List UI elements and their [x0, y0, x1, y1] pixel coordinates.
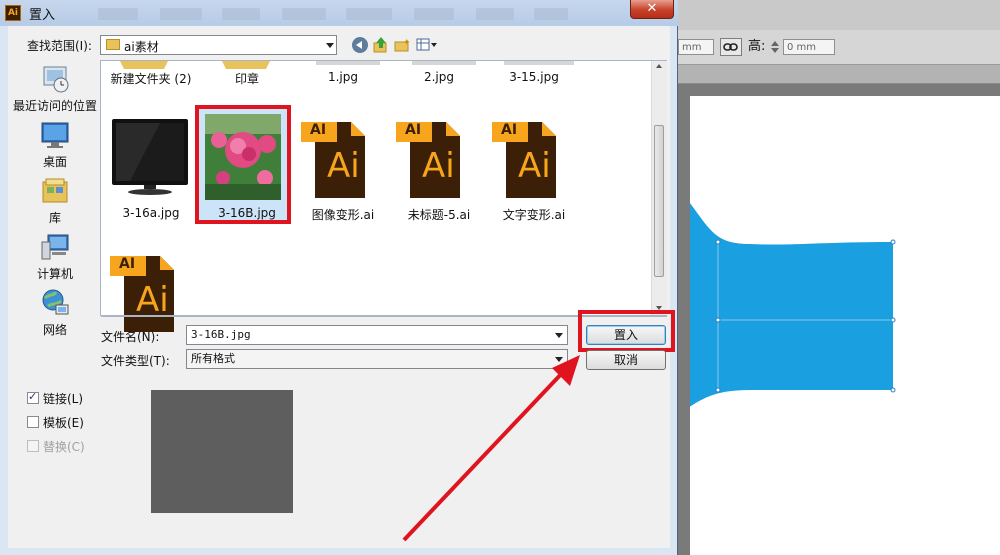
scrollbar-thumb[interactable]: [654, 125, 664, 277]
place-label: 网络: [42, 323, 67, 337]
file-name[interactable]: 2.jpg: [391, 70, 487, 84]
constrain-proportions-button[interactable]: [720, 38, 742, 56]
image-thumbnail: [412, 61, 476, 65]
chevron-down-icon[interactable]: [326, 43, 334, 48]
ai-glyph: Ai: [136, 280, 169, 314]
preview-pane: [151, 390, 293, 513]
link-icon: [723, 43, 738, 51]
link-option-label: 链接(L): [43, 392, 84, 406]
file-name[interactable]: 1.jpg: [295, 70, 391, 84]
place-desktop[interactable]: 桌面: [12, 120, 98, 170]
file-name[interactable]: 3-16B.jpg: [199, 206, 295, 220]
filename-label: 文件名(N):: [101, 330, 160, 344]
ai-tab-label: AI: [501, 122, 518, 138]
file-name[interactable]: 3-16a.jpg: [103, 206, 199, 220]
place-label: 最近访问的位置: [12, 99, 97, 113]
filetype-label: 文件类型(T):: [101, 354, 170, 368]
place-network[interactable]: 网络: [12, 288, 98, 338]
replace-option-label: 替换(C): [43, 440, 85, 454]
place-label: 库: [48, 211, 61, 225]
new-folder-icon[interactable]: ✦: [394, 38, 410, 52]
place-button-highlight: [578, 310, 675, 352]
filename-value: 3-16B.jpg: [191, 328, 251, 341]
width-field[interactable]: mm: [678, 39, 714, 55]
filename-input[interactable]: 3-16B.jpg: [186, 325, 568, 345]
cancel-button[interactable]: 取消: [586, 350, 666, 370]
warped-blue-shape[interactable]: [690, 96, 1000, 555]
artboard[interactable]: [690, 96, 1000, 555]
height-field[interactable]: 0 mm: [783, 39, 835, 55]
image-thumbnail: [316, 61, 380, 65]
look-in-label: 查找范围(I):: [27, 39, 92, 53]
network-icon: [42, 289, 69, 315]
ai-glyph: Ai: [327, 146, 360, 186]
place-label: 桌面: [42, 155, 67, 169]
back-icon[interactable]: [352, 37, 368, 53]
close-button[interactable]: ✕: [630, 0, 674, 19]
template-checkbox[interactable]: [27, 416, 39, 428]
places-sidebar: 最近访问的位置 桌面 库 计算机 网络: [12, 60, 98, 370]
replace-checkbox: [27, 440, 39, 452]
ai-tab-label: AI: [405, 122, 422, 138]
scroll-up-icon[interactable]: [656, 64, 662, 68]
dialog-title: 置入: [29, 8, 56, 23]
document-tab-bar: [678, 65, 1000, 84]
file-name[interactable]: 印章: [199, 70, 295, 87]
svg-text:✦: ✦: [403, 38, 410, 48]
vertical-scrollbar[interactable]: [651, 61, 667, 315]
ai-tab-label: AI: [119, 256, 136, 272]
view-menu-icon[interactable]: [416, 38, 438, 52]
chevron-down-icon[interactable]: [555, 357, 563, 362]
desktop-icon: [41, 122, 69, 148]
tv-image-thumbnail: [112, 119, 188, 195]
filetype-value: 所有格式: [191, 352, 235, 365]
filetype-dropdown[interactable]: 所有格式: [186, 349, 568, 369]
app-menu-area: [678, 0, 1000, 31]
look-in-value: ai素材: [124, 40, 159, 54]
file-name[interactable]: 图像变形.ai: [295, 206, 391, 223]
folder-icon: [106, 39, 120, 50]
file-name[interactable]: 未标题-5.ai: [391, 206, 487, 223]
background-menu-ghost: [90, 8, 620, 22]
up-folder-icon[interactable]: [373, 37, 389, 53]
place-libraries[interactable]: 库: [12, 176, 98, 226]
height-label: 高:: [748, 39, 766, 54]
computer-icon: [41, 234, 69, 260]
place-computer[interactable]: 计算机: [12, 232, 98, 282]
recent-places-icon: [43, 66, 69, 93]
place-recent[interactable]: 最近访问的位置: [12, 64, 98, 114]
file-name[interactable]: 3-15.jpg: [486, 70, 582, 84]
file-name[interactable]: 新建文件夹 (2): [103, 70, 199, 87]
link-checkbox[interactable]: [27, 390, 39, 404]
ai-tab-label: AI: [310, 122, 327, 138]
ai-glyph: Ai: [422, 146, 455, 186]
place-dialog: Ai 置入 ✕ 查找范围(I): ai素材 ✦ 最近访问的位置 桌面 库 计算机: [0, 0, 678, 555]
libraries-icon: [42, 178, 68, 203]
ai-glyph: Ai: [518, 146, 551, 186]
illustrator-logo-icon: Ai: [5, 5, 21, 21]
chevron-down-icon[interactable]: [555, 333, 563, 338]
stepper-icon[interactable]: [770, 40, 780, 54]
place-label: 计算机: [36, 267, 73, 281]
image-thumbnail: [504, 61, 574, 65]
template-option-label: 模板(E): [43, 416, 84, 430]
file-name[interactable]: 文字变形.ai: [486, 206, 582, 223]
